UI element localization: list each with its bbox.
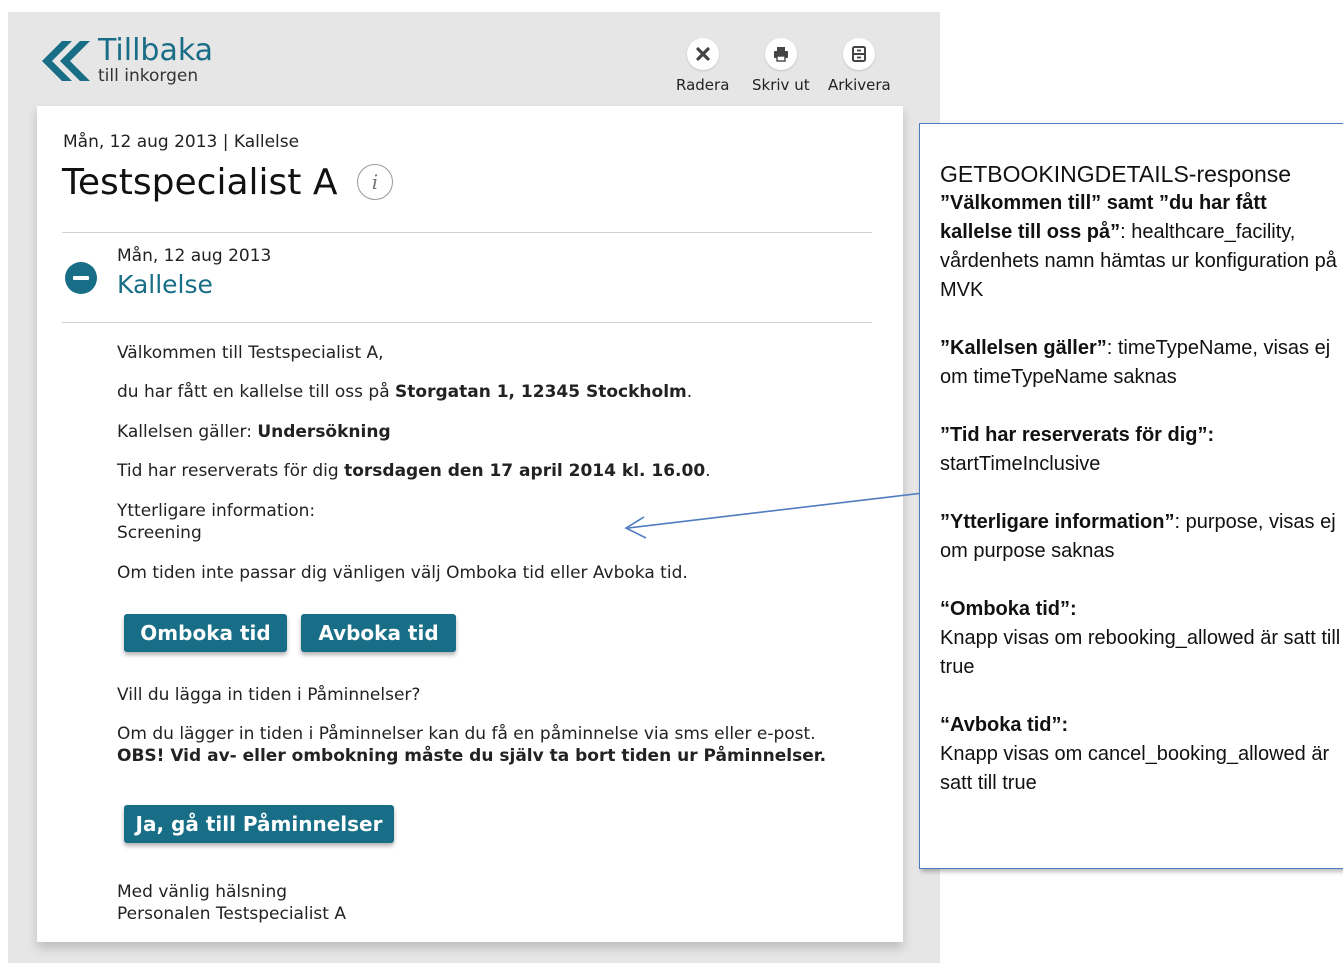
close-icon	[686, 38, 719, 70]
archive-icon	[843, 38, 876, 70]
location-prefix: du har fått en kallelse till oss på	[117, 382, 396, 402]
type-value: Undersökning	[257, 422, 391, 442]
print-icon	[764, 38, 797, 70]
annotation-section: “Avboka tid”: Knapp visas om cancel_booki…	[940, 711, 1342, 798]
message-subject: Kallelse	[117, 270, 213, 299]
info-icon-glyph: i	[371, 170, 379, 194]
time-value: torsdagen den 17 april 2014 kl. 16.00	[344, 461, 706, 481]
rebook-button[interactable]: Omboka tid	[124, 614, 287, 652]
annotation-arrow	[624, 492, 924, 539]
signature-text: Personalen Testspecialist A	[117, 904, 346, 924]
message-title: Testspecialist A	[62, 162, 338, 203]
delete-label: Radera	[676, 76, 730, 94]
annotation-label: ”Ytterligare information”	[940, 511, 1175, 533]
annotation-text: startTimeInclusive	[940, 453, 1101, 475]
time-suffix: .	[705, 461, 711, 481]
info-icon[interactable]: i	[357, 164, 393, 200]
annotation-label: “Avboka tid”:	[940, 714, 1069, 736]
message-date: Mån, 12 aug 2013	[117, 246, 272, 266]
minus-icon	[73, 276, 89, 280]
location-value: Storgatan 1, 12345 Stockholm	[395, 382, 687, 402]
location-suffix: .	[686, 382, 693, 402]
annotation-section: “Omboka tid”: Knapp visas om rebooking_al…	[940, 595, 1342, 682]
delete-button[interactable]: Radera	[676, 38, 729, 94]
go-to-reminders-button[interactable]: Ja, gå till Påminnelser	[124, 805, 394, 843]
reminder-question: Vill du lägga in tiden i Påminnelser?	[117, 685, 421, 705]
annotation-note: GETBOOKINGDETAILS-response ”Välkommen ti…	[919, 123, 1343, 869]
reminder-warning: OBS! Vid av- eller ombokning måste du sj…	[117, 746, 827, 766]
print-label: Skriv ut	[752, 76, 810, 94]
annotation-section: ”Tid har reserverats för dig”: startTimeI…	[940, 421, 1342, 479]
double-chevron-left-icon	[42, 41, 90, 81]
time-line: Tid har reserverats för dig torsdagen de…	[117, 460, 711, 482]
back-to-inbox-link[interactable]: Tillbaka till inkorgen	[40, 36, 213, 86]
annotation-section: ”Välkommen till” samt ”du har fått kalle…	[940, 189, 1342, 305]
time-prefix: Tid har reserverats för dig	[117, 461, 345, 481]
divider	[62, 322, 872, 323]
back-title: Tillbaka	[98, 33, 214, 68]
annotation-title: GETBOOKINGDETAILS-response	[940, 161, 1292, 187]
back-subtitle: till inkorgen	[98, 66, 199, 86]
closing-text: Med vänlig hälsning	[117, 882, 288, 902]
type-prefix: Kallelsen gäller:	[117, 422, 258, 442]
extra-info-label: Ytterligare information:	[117, 501, 316, 521]
cancel-booking-button[interactable]: Avboka tid	[301, 614, 456, 652]
reminder-info: Om du lägger in tiden i Påminnelser kan …	[117, 724, 816, 744]
annotation-section: ”Ytterligare information”: purpose, visa…	[940, 508, 1342, 566]
archive-button[interactable]: Arkivera	[828, 38, 891, 94]
annotation-section: ”Kallelsen gäller”: timeTypeName, visas …	[940, 334, 1342, 392]
divider	[62, 232, 872, 233]
extra-info-value: Screening	[117, 523, 202, 543]
reschedule-text: Om tiden inte passar dig vänligen välj O…	[117, 563, 688, 583]
annotation-label: “Omboka tid”:	[940, 598, 1077, 620]
collapse-message-button[interactable]	[65, 262, 97, 294]
archive-label: Arkivera	[828, 76, 891, 94]
location-line: du har fått en kallelse till oss på Stor…	[117, 381, 692, 403]
annotation-text: Knapp visas om rebooking_allowed är satt…	[940, 627, 1341, 678]
message-meta: Mån, 12 aug 2013 | Kallelse	[63, 132, 300, 152]
annotation-text: Knapp visas om cancel_booking_allowed är…	[940, 743, 1330, 794]
type-line: Kallelsen gäller: Undersökning	[117, 421, 391, 443]
welcome-text: Välkommen till Testspecialist A,	[117, 343, 384, 363]
annotation-label: ”Kallelsen gäller”	[940, 337, 1107, 359]
annotation-label: ”Tid har reserverats för dig”:	[940, 424, 1215, 446]
print-button[interactable]: Skriv ut	[752, 38, 810, 94]
